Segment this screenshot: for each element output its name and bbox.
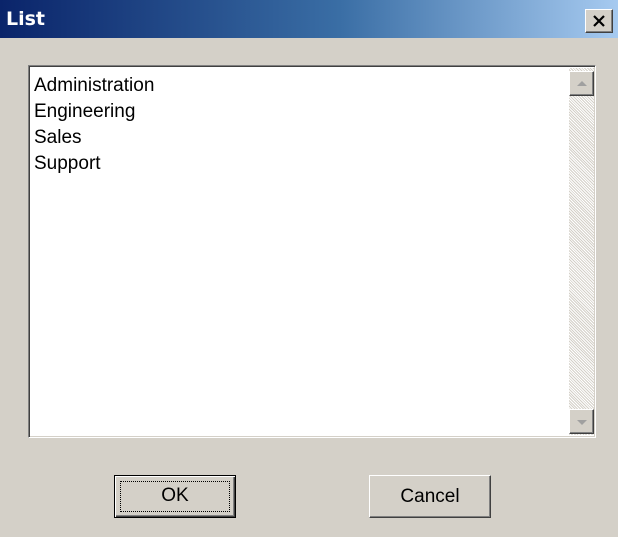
cancel-button-label: Cancel [400, 486, 460, 507]
list-item[interactable]: Support [34, 151, 154, 177]
close-button[interactable] [585, 9, 613, 33]
scroll-up-button[interactable] [569, 71, 594, 96]
arrow-down-icon [577, 420, 587, 425]
cancel-button[interactable]: Cancel [369, 475, 491, 518]
list-item[interactable]: Administration [34, 73, 154, 99]
list-item[interactable]: Engineering [34, 99, 154, 125]
scroll-down-button[interactable] [569, 409, 594, 434]
close-icon [593, 15, 605, 27]
list-dialog: List Administration Engineering Sales Su… [0, 0, 618, 537]
window-title: List [6, 8, 46, 30]
ok-button[interactable]: OK [114, 475, 236, 518]
vertical-scrollbar[interactable] [569, 68, 594, 435]
arrow-up-icon [577, 81, 587, 86]
list-items: Administration Engineering Sales Support [34, 73, 154, 177]
department-listbox[interactable]: Administration Engineering Sales Support [28, 65, 596, 438]
list-item[interactable]: Sales [34, 125, 154, 151]
title-bar[interactable]: List [0, 0, 618, 38]
ok-button-label: OK [161, 485, 189, 506]
